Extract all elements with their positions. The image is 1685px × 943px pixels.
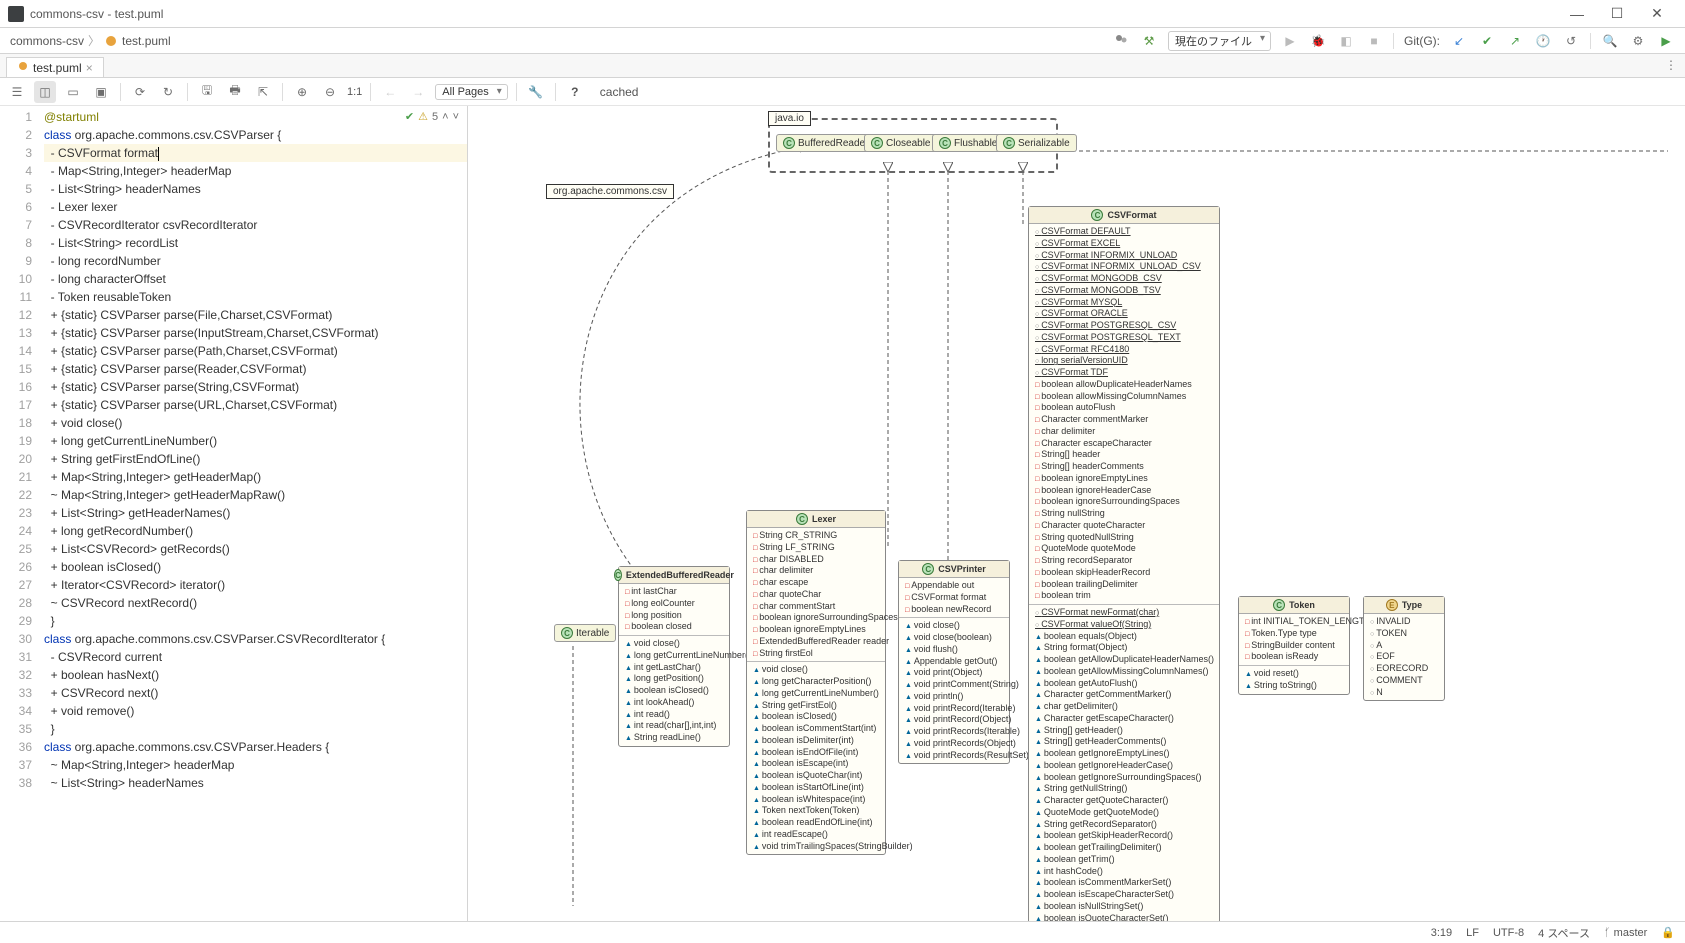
class-lexer: CLexerString CR_STRINGString LF_STRINGch… bbox=[746, 510, 886, 855]
build-hammer-icon[interactable]: ⚒ bbox=[1140, 32, 1158, 50]
minimize-button[interactable]: — bbox=[1557, 6, 1597, 22]
inspection-ok-icon: ✔ bbox=[405, 110, 414, 123]
chevron-up-icon[interactable]: ˄ bbox=[442, 111, 448, 123]
titlebar: commons-csv - test.puml — ☐ ✕ bbox=[0, 0, 1685, 28]
package-label-java-io: java.io bbox=[768, 111, 811, 126]
debug-icon[interactable]: 🐞 bbox=[1309, 32, 1327, 50]
branch-icon: ᚶ bbox=[1604, 927, 1611, 939]
git-history-icon[interactable]: 🕐 bbox=[1534, 32, 1552, 50]
plantuml-file-icon bbox=[17, 60, 29, 75]
class-extendedbufferedreader: CExtendedBufferedReaderint lastCharlong … bbox=[618, 566, 730, 747]
render-status: cached bbox=[600, 85, 639, 99]
caret-position[interactable]: 3:19 bbox=[1431, 927, 1452, 939]
git-push-icon[interactable]: ↗ bbox=[1506, 32, 1524, 50]
inspections-widget[interactable]: ✔ ⚠ 5 ˄ ˅ bbox=[405, 110, 459, 123]
navigation-bar: commons-csv 〉 test.puml ⚒ 現在のファイル ▶ 🐞 ◧ … bbox=[0, 28, 1685, 54]
prev-page-icon[interactable]: ← bbox=[379, 81, 401, 103]
class-token: CTokenint INITIAL_TOKEN_LENGTHToken.Type… bbox=[1238, 596, 1350, 695]
interface-iterable: CIterable bbox=[554, 624, 616, 642]
chevron-down-icon[interactable]: ˅ bbox=[453, 111, 459, 123]
stop-icon[interactable]: ■ bbox=[1365, 32, 1383, 50]
pages-dropdown[interactable]: All Pages bbox=[435, 84, 507, 100]
search-icon[interactable]: 🔍 bbox=[1601, 32, 1619, 50]
main-split: ✔ ⚠ 5 ˄ ˅ 123456789101112131415161718192… bbox=[0, 106, 1685, 921]
run-config-dropdown[interactable]: 現在のファイル bbox=[1168, 31, 1271, 51]
package-label-org: org.apache.commons.csv bbox=[546, 184, 674, 199]
app-icon bbox=[8, 6, 24, 22]
class-csvformat: CCSVFormatCSVFormat DEFAULTCSVFormat EXC… bbox=[1028, 206, 1220, 921]
editor-tab-strip: test.puml × ⋮ bbox=[0, 54, 1685, 78]
diagram-preview[interactable]: java.io CBufferedReader CCloseable CFlus… bbox=[468, 106, 1685, 921]
navbar-tools: ⚒ 現在のファイル ▶ 🐞 ◧ ■ Git(G): ↙ ✔ ↗ 🕐 ↺ 🔍 ⚙ … bbox=[1112, 31, 1675, 51]
refresh-icon[interactable]: ⟳ bbox=[129, 81, 151, 103]
tab-menu-icon[interactable]: ⋮ bbox=[1665, 58, 1677, 72]
editor-tab[interactable]: test.puml × bbox=[6, 57, 104, 77]
lock-icon[interactable]: 🔒 bbox=[1661, 926, 1675, 939]
interface-closeable: CCloseable bbox=[864, 134, 937, 152]
breadcrumb-sep: 〉 bbox=[88, 32, 100, 49]
close-button[interactable]: ✕ bbox=[1637, 5, 1677, 22]
breadcrumb-file[interactable]: test.puml bbox=[122, 34, 171, 48]
window-title: commons-csv - test.puml bbox=[30, 7, 1557, 21]
coverage-icon[interactable]: ◧ bbox=[1337, 32, 1355, 50]
plantuml-file-icon bbox=[104, 34, 118, 48]
close-tab-icon[interactable]: × bbox=[86, 61, 93, 75]
maximize-button[interactable]: ☐ bbox=[1597, 5, 1637, 22]
zoom-ratio[interactable]: 1:1 bbox=[347, 86, 362, 98]
interface-serializable: CSerializable bbox=[996, 134, 1077, 152]
view-image-icon[interactable]: ▣ bbox=[90, 81, 112, 103]
indent-setting[interactable]: 4 スペース bbox=[1538, 925, 1590, 941]
status-bar: 3:19 LF UTF-8 4 スペース ᚶ master 🔒 bbox=[0, 921, 1685, 943]
breadcrumb-project[interactable]: commons-csv bbox=[10, 34, 84, 48]
view-split-icon[interactable]: ◫ bbox=[34, 81, 56, 103]
git-branch[interactable]: ᚶ master bbox=[1604, 927, 1647, 939]
file-encoding[interactable]: UTF-8 bbox=[1493, 927, 1524, 939]
inspection-count: 5 bbox=[432, 111, 438, 123]
help-icon[interactable]: ? bbox=[564, 81, 586, 103]
zoom-out-icon[interactable]: ⊖ bbox=[319, 81, 341, 103]
git-commit-icon[interactable]: ✔ bbox=[1478, 32, 1496, 50]
run-anything-icon[interactable]: ▶ bbox=[1657, 32, 1675, 50]
run-icon[interactable]: ▶ bbox=[1281, 32, 1299, 50]
git-rollback-icon[interactable]: ↺ bbox=[1562, 32, 1580, 50]
class-csvprinter: CCSVPrinterAppendable outCSVFormat forma… bbox=[898, 560, 1010, 764]
print-icon[interactable]: 🖶 bbox=[224, 81, 246, 103]
view-list-icon[interactable]: ☰ bbox=[6, 81, 28, 103]
git-label: Git(G): bbox=[1404, 34, 1440, 48]
save-icon[interactable]: 🖫 bbox=[196, 81, 218, 103]
interface-bufferedreader: CBufferedReader bbox=[776, 134, 875, 152]
export-icon[interactable]: ⇱ bbox=[252, 81, 274, 103]
users-icon[interactable] bbox=[1112, 32, 1130, 50]
code-editor[interactable]: ✔ ⚠ 5 ˄ ˅ 123456789101112131415161718192… bbox=[0, 106, 468, 921]
enum-type: ETypeINVALIDTOKENAEOFEORECORDCOMMENTN bbox=[1363, 596, 1445, 701]
zoom-in-icon[interactable]: ⊕ bbox=[291, 81, 313, 103]
back-icon[interactable]: ↻ bbox=[157, 81, 179, 103]
git-update-icon[interactable]: ↙ bbox=[1450, 32, 1468, 50]
settings-icon[interactable]: ⚙ bbox=[1629, 32, 1647, 50]
editor-tab-label: test.puml bbox=[33, 61, 82, 75]
breadcrumb[interactable]: commons-csv 〉 test.puml bbox=[10, 32, 1112, 49]
inspection-warn-icon: ⚠ bbox=[418, 110, 428, 123]
interface-flushable: CFlushable bbox=[932, 134, 1004, 152]
next-page-icon[interactable]: → bbox=[407, 81, 429, 103]
plantuml-toolbar: ☰ ◫ ▭ ▣ ⟳ ↻ 🖫 🖶 ⇱ ⊕ ⊖ 1:1 ← → All Pages … bbox=[0, 78, 1685, 106]
view-preview-icon[interactable]: ▭ bbox=[62, 81, 84, 103]
code-area[interactable]: @startumlclass org.apache.commons.csv.CS… bbox=[40, 106, 467, 921]
line-gutter[interactable]: 1234567891011121314151617181920212223242… bbox=[0, 106, 40, 921]
line-separator[interactable]: LF bbox=[1466, 927, 1479, 939]
settings-icon[interactable]: 🔧 bbox=[525, 81, 547, 103]
